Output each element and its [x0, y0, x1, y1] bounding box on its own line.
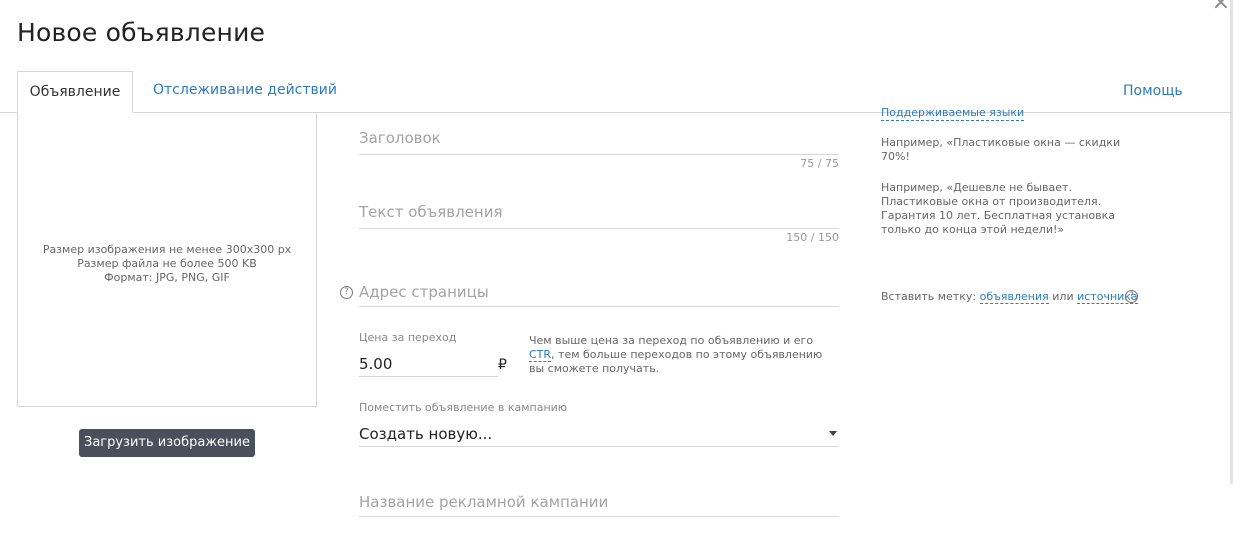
- page-url-underline: [359, 306, 839, 307]
- help-link[interactable]: Помощь: [1123, 83, 1183, 99]
- chevron-down-icon[interactable]: [829, 431, 837, 436]
- tab-ad[interactable]: Объявление: [17, 71, 133, 113]
- campaign-underline: [359, 446, 839, 447]
- price-input[interactable]: 5.00: [359, 355, 392, 373]
- ad-text-input[interactable]: Текст объявления: [359, 203, 503, 221]
- price-label: Цена за переход: [359, 331, 457, 344]
- upload-image-button[interactable]: Загрузить изображение: [79, 429, 255, 457]
- help-circle-icon[interactable]: ?: [1125, 290, 1138, 303]
- campaign-select[interactable]: Создать новую...: [359, 425, 492, 443]
- insert-tag-label: Вставить метку:: [881, 290, 977, 303]
- headline-example: Например, «Пластиковые окна — скидки 70%…: [881, 136, 1121, 163]
- campaign-name-underline: [359, 516, 839, 517]
- close-icon[interactable]: ×: [1212, 0, 1230, 14]
- price-hint: Чем выше цена за переход по объявлению и…: [529, 334, 829, 376]
- price-underline: [359, 376, 498, 377]
- ad-tag-link[interactable]: объявления: [979, 290, 1049, 304]
- headline-input[interactable]: Заголовок: [359, 129, 441, 147]
- dialog-title: Новое объявление: [17, 18, 266, 47]
- tab-tracking[interactable]: Отслеживание действий: [153, 82, 337, 98]
- campaign-label: Поместить объявление в кампанию: [359, 401, 568, 414]
- insert-tag: Вставить метку: объявления или источника: [881, 290, 1161, 304]
- image-requirements: Размер изображения не менее 300x300 px Р…: [17, 243, 317, 285]
- ctr-link[interactable]: CTR: [529, 348, 552, 362]
- headline-underline: [359, 154, 839, 155]
- text-example: Например, «Дешевле не бывает. Пластиковы…: [881, 181, 1116, 236]
- price-hint-text: Чем выше цена за переход по объявлению и…: [529, 334, 814, 347]
- insert-tag-or: или: [1052, 290, 1074, 303]
- image-size-req: Размер изображения не менее 300x300 px: [42, 243, 292, 256]
- campaign-name-input[interactable]: Название рекламной кампании: [359, 493, 608, 511]
- ad-text-underline: [359, 228, 839, 229]
- page-url-input[interactable]: Адрес страницы: [359, 283, 489, 301]
- ruble-icon: ₽: [498, 357, 507, 373]
- headline-counter: 75 / 75: [800, 157, 839, 170]
- format-req: Формат: JPG, PNG, GIF: [104, 271, 230, 284]
- file-size-req: Размер файла не более 500 KB: [77, 257, 257, 270]
- ad-text-counter: 150 / 150: [786, 231, 839, 244]
- price-hint-text-2: , тем больше переходов по этому объявлен…: [529, 348, 823, 375]
- supported-languages-link[interactable]: Поддерживаемые языки: [881, 106, 1025, 121]
- help-circle-icon[interactable]: ?: [340, 286, 353, 299]
